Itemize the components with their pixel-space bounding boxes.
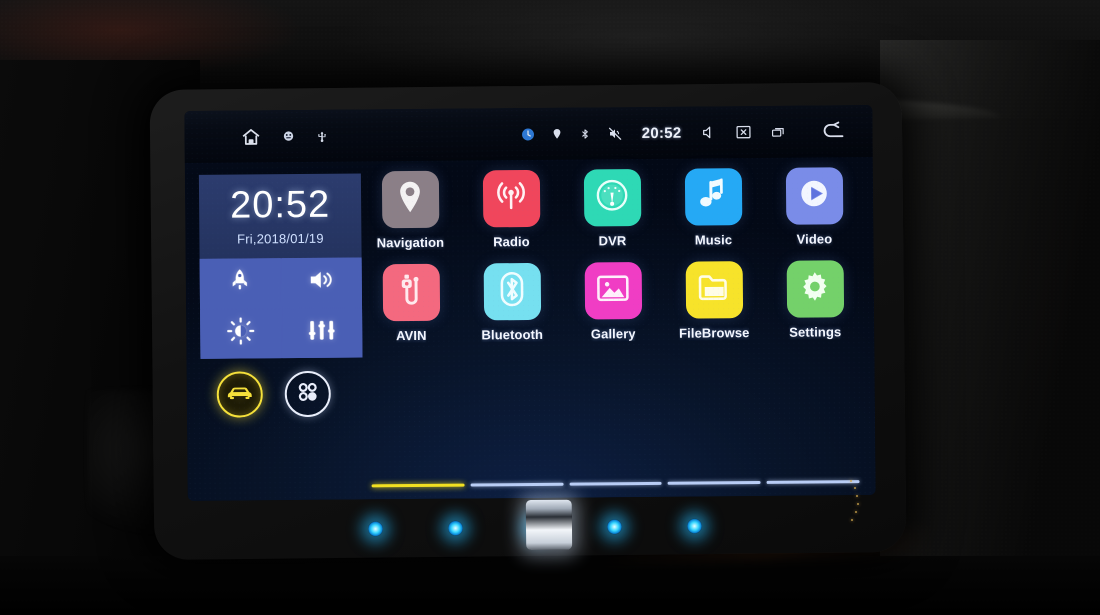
back-icon[interactable] xyxy=(820,121,846,141)
volume-knob[interactable] xyxy=(525,499,573,551)
app-gallery[interactable]: Gallery xyxy=(570,262,657,342)
page-dot-2[interactable] xyxy=(470,482,564,487)
folder-icon xyxy=(697,272,731,307)
hardware-button-4[interactable] xyxy=(607,518,623,534)
speaker-icon xyxy=(307,267,335,298)
head-unit-screen[interactable]: ▾ ▾ ▾▪▪↘▭▭↰ xyxy=(184,105,876,501)
app-label-dvr: DVR xyxy=(598,233,627,249)
bezel-corner-speckles xyxy=(846,478,876,524)
play-circle-icon xyxy=(797,176,831,215)
recents-icon[interactable] xyxy=(769,124,787,139)
equalizer-tile[interactable] xyxy=(281,307,363,359)
app-settings[interactable]: Settings xyxy=(772,260,859,340)
rocket-icon xyxy=(227,268,253,299)
avin-plug-icon xyxy=(396,273,426,312)
volume-icon[interactable] xyxy=(700,124,717,140)
page-dot-3[interactable] xyxy=(569,481,662,486)
app-avin[interactable]: AVIN xyxy=(368,263,455,344)
app-tile-avin[interactable] xyxy=(382,263,440,322)
app-tile-bluetooth[interactable] xyxy=(483,262,541,321)
app-dvr[interactable]: DVR xyxy=(569,169,656,249)
clock-widget[interactable]: 20:52 Fri,2018/01/19 xyxy=(198,173,362,259)
app-tile-video[interactable] xyxy=(785,167,843,225)
page-dot-1[interactable] xyxy=(371,483,465,488)
brightness-tile[interactable] xyxy=(200,308,281,359)
clock-time: 20:52 xyxy=(229,183,331,227)
hardware-button-bar xyxy=(300,496,770,558)
page-dot-4[interactable] xyxy=(667,480,761,485)
app-row-1: Navigation Radio DVR Music Video xyxy=(367,167,858,250)
widget-button-row xyxy=(201,370,363,418)
app-tile-navigation[interactable] xyxy=(381,170,439,229)
app-label-gallery: Gallery xyxy=(590,326,636,342)
app-filebrowse[interactable]: FileBrowse xyxy=(671,261,758,341)
quick-settings-tiles xyxy=(199,257,363,359)
app-drawer-button[interactable] xyxy=(284,370,331,418)
hardware-button-1[interactable] xyxy=(367,520,384,536)
app-radio[interactable]: Radio xyxy=(468,169,555,250)
screen-off-icon[interactable] xyxy=(734,124,752,140)
car-interior-scene: ▾ ▾ ▾▪▪↘▭▭↰ xyxy=(0,0,1100,615)
mute-icon xyxy=(608,126,623,141)
car-mode-button[interactable] xyxy=(216,371,263,418)
bluetooth-icon xyxy=(495,271,529,312)
app-tile-gallery[interactable] xyxy=(584,262,642,320)
usb-icon xyxy=(315,128,328,144)
gear-icon xyxy=(798,269,832,308)
app-row-2: AVIN Bluetooth Gallery FileBrowse Settin… xyxy=(368,260,859,343)
app-drawer-icon xyxy=(295,378,321,409)
app-label-radio: Radio xyxy=(493,233,530,250)
app-navigation[interactable]: Navigation xyxy=(367,170,454,251)
app-music[interactable]: Music xyxy=(670,168,757,248)
hardware-button-2[interactable] xyxy=(447,520,463,536)
status-bar: ▾ ▾ ▾▪▪↘▭▭↰ xyxy=(184,105,873,164)
app-label-navigation: Navigation xyxy=(376,234,445,251)
equalizer-icon xyxy=(308,318,335,348)
sync-icon xyxy=(522,127,535,140)
app-label-filebrowse: FileBrowse xyxy=(679,325,750,341)
app-label-settings: Settings xyxy=(789,324,842,340)
clock-date: Fri,2018/01/19 xyxy=(237,230,324,247)
app-label-music: Music xyxy=(694,232,733,248)
home-desktop: 20:52 Fri,2018/01/19 Navigation Radio DV… xyxy=(185,157,876,501)
gauge-icon xyxy=(594,177,630,218)
photo-icon xyxy=(596,273,630,308)
app-tile-radio[interactable] xyxy=(482,169,540,228)
music-note-icon xyxy=(698,177,728,216)
map-pin-icon xyxy=(395,180,425,219)
home-icon[interactable] xyxy=(240,126,261,147)
app-tile-settings[interactable] xyxy=(786,260,844,318)
app-tile-dvr[interactable] xyxy=(583,169,641,227)
car-icon xyxy=(226,383,254,406)
android-debug-icon xyxy=(281,129,295,143)
app-grid: Navigation Radio DVR Music Video AVIN Bl… xyxy=(361,157,876,499)
app-tile-music[interactable] xyxy=(684,168,742,226)
status-bar-clock: 20:52 xyxy=(641,124,682,142)
app-bluetooth[interactable]: Bluetooth xyxy=(469,262,556,343)
hardware-button-5[interactable] xyxy=(686,518,703,534)
brightness-icon xyxy=(226,317,255,350)
boost-tile[interactable] xyxy=(199,258,281,309)
app-label-video: Video xyxy=(796,231,833,247)
radio-wave-icon xyxy=(494,179,528,218)
page-indicator[interactable] xyxy=(370,480,860,488)
widget-column: 20:52 Fri,2018/01/19 xyxy=(185,161,364,501)
app-tile-filebrowse[interactable] xyxy=(685,261,743,319)
app-video[interactable]: Video xyxy=(771,167,858,247)
status-bar-right: 20:52 xyxy=(522,121,873,144)
volume-tile[interactable] xyxy=(281,257,363,308)
bluetooth-icon xyxy=(580,126,591,141)
app-label-avin: AVIN xyxy=(395,327,427,344)
app-label-bluetooth: Bluetooth xyxy=(481,326,544,343)
status-bar-left xyxy=(184,125,328,147)
location-icon xyxy=(552,127,563,141)
